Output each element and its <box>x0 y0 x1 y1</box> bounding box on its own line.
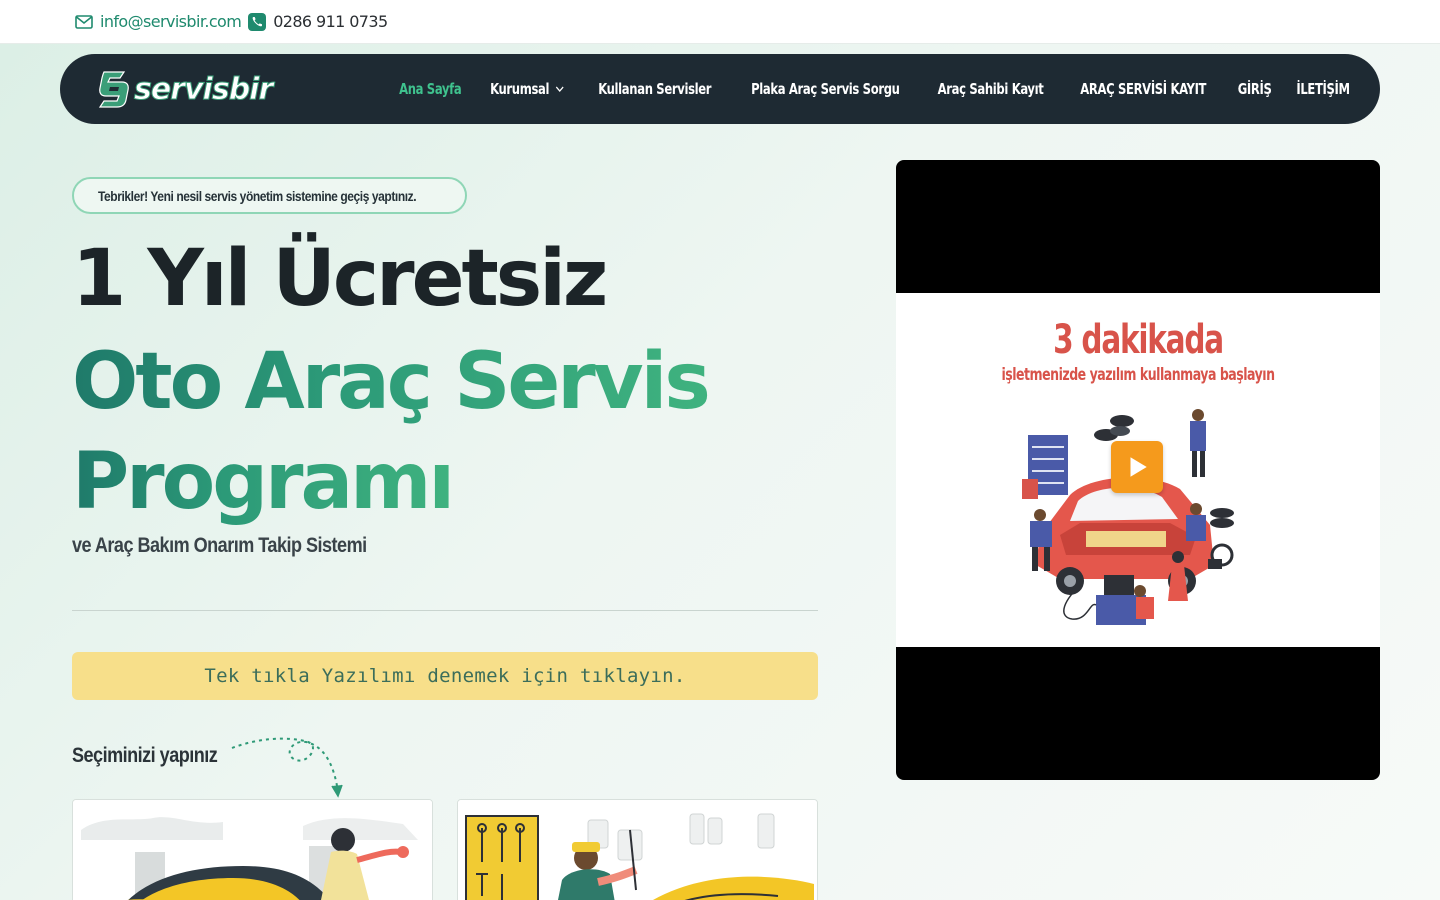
nav-item-kullanan-servisler[interactable]: Kullanan Servisler <box>598 80 711 98</box>
nav-item-giris[interactable]: GİRİŞ <box>1237 80 1271 98</box>
congrats-badge: Tebrikler! Yeni nesil servis yönetim sis… <box>72 177 467 214</box>
phone-text: 0286 911 0735 <box>273 12 388 31</box>
choice-card-car-service[interactable] <box>457 799 818 900</box>
nav-label: Plaka Araç Servis Sorgu <box>750 80 900 98</box>
phone-link[interactable]: 0286 911 0735 <box>247 12 388 32</box>
nav-label: ARAÇ SERVİSİ KAYIT <box>1080 80 1207 98</box>
video-subtitle: işletmenizde yazılım kullanmaya başlayın <box>1001 365 1275 385</box>
nav-label: Ana Sayfa <box>399 80 462 98</box>
play-icon <box>1130 457 1147 477</box>
logo-text: servisbir <box>133 71 273 107</box>
nav-label: Kullanan Servisler <box>598 80 712 98</box>
top-contact-bar: info@servisbir.com 0286 911 0735 <box>0 0 1440 44</box>
dashed-arrow-icon <box>231 737 343 798</box>
logo[interactable]: servisbir <box>98 70 274 108</box>
play-button[interactable] <box>1111 441 1163 493</box>
hero-title-line1: 1 Yıl Ücretsiz <box>72 234 608 324</box>
video-frame: 3 dakikada işletmenizde yazılım kullanma… <box>896 293 1380 647</box>
chevron-down-icon <box>556 86 564 92</box>
envelope-icon <box>75 14 93 29</box>
car-service-illustration-icon <box>1022 409 1234 625</box>
nav-label: Kurumsal <box>490 80 550 98</box>
logo-mark-icon <box>98 71 129 108</box>
phone-icon <box>248 12 267 31</box>
divider <box>72 610 818 611</box>
nav-item-arac-servisi-kayit[interactable]: ARAÇ SERVİSİ KAYIT <box>1081 80 1207 98</box>
email-link[interactable]: info@servisbir.com <box>74 12 242 32</box>
nav-label: Araç Sahibi Kayıt <box>937 80 1044 98</box>
nav-item-iletisim[interactable]: İLETİŞİM <box>1296 80 1350 98</box>
intro-video-player[interactable]: 3 dakikada işletmenizde yazılım kullanma… <box>896 160 1380 780</box>
nav-item-kurumsal[interactable]: Kurumsal <box>491 80 566 98</box>
car-owner-illustration-icon <box>73 800 432 900</box>
nav-item-arac-sahibi-kayit[interactable]: Araç Sahibi Kayıt <box>938 80 1044 98</box>
nav-label: GİRİŞ <box>1237 80 1272 98</box>
video-title: 3 dakikada <box>1053 317 1224 363</box>
try-software-button[interactable]: Tek tıkla Yazılımı denemek için tıklayın… <box>72 652 818 700</box>
nav-item-ana-sayfa[interactable]: Ana Sayfa <box>399 80 462 98</box>
nav-label: İLETİŞİM <box>1296 80 1350 98</box>
nav-item-plaka-sorgu[interactable]: Plaka Araç Servis Sorgu <box>751 80 900 98</box>
main-navbar: servisbir Ana Sayfa Kurumsal Kullanan Se… <box>60 54 1380 124</box>
hero-title-line3: Programı <box>72 432 455 532</box>
badge-text: Tebrikler! Yeni nesil servis yönetim sis… <box>98 187 417 204</box>
choose-label: Seçiminizi yapınız <box>72 744 218 767</box>
page-body: servisbir Ana Sayfa Kurumsal Kullanan Se… <box>0 44 1440 900</box>
nav-menu: Ana Sayfa Kurumsal Kullanan Servisler Pl… <box>399 80 1350 98</box>
hero-subtitle: ve Araç Bakım Onarım Takip Sistemi <box>72 534 367 557</box>
mechanic-illustration-icon <box>458 800 817 900</box>
choice-card-vehicle-owner[interactable] <box>72 799 433 900</box>
email-text: info@servisbir.com <box>100 12 242 31</box>
hero-title-line2: Oto Araç Servis <box>72 332 711 432</box>
